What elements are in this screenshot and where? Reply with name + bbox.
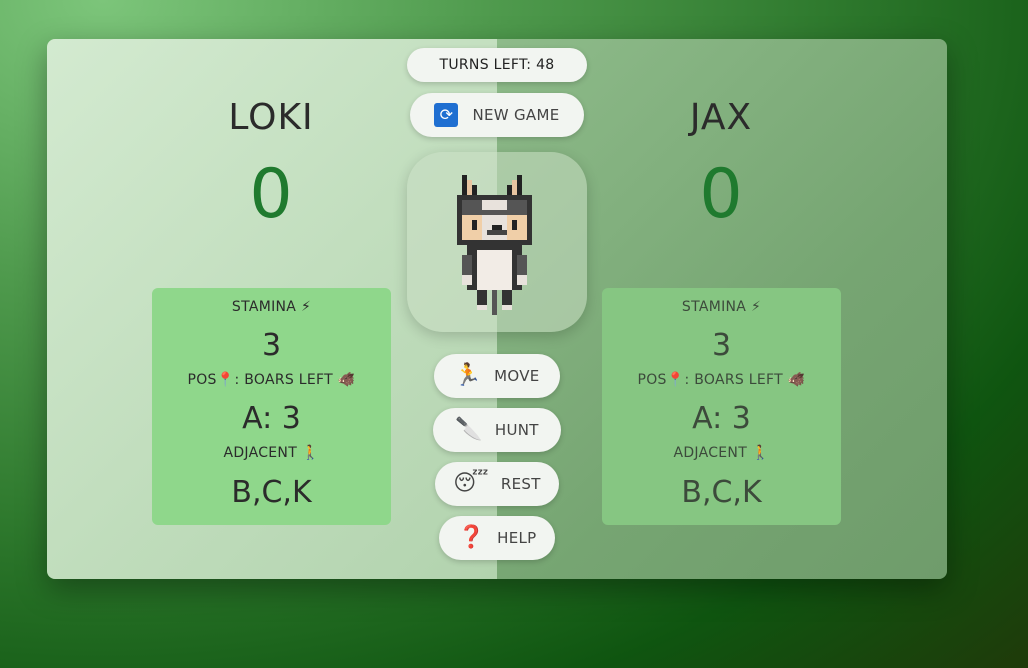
- lightning-icon: ⚡: [750, 299, 762, 315]
- player-name-jax: JAX: [689, 97, 753, 138]
- hunt-button[interactable]: 🔪 HUNT: [433, 408, 561, 452]
- walking-person-icon: 🚶: [751, 445, 770, 461]
- turns-left-counter: TURNS LEFT: 48: [407, 48, 587, 82]
- pos-label: POS: [637, 372, 667, 388]
- hunt-label: HUNT: [494, 421, 539, 439]
- stamina-value: 3: [261, 328, 282, 363]
- sleepy-face-icon: 😴: [453, 471, 489, 496]
- adjacent-value: B,C,K: [681, 475, 762, 510]
- stamina-value: 3: [711, 328, 732, 363]
- new-game-button[interactable]: ⟳ NEW GAME: [410, 93, 584, 137]
- boar-icon: 🐗: [337, 372, 356, 388]
- lightning-icon: ⚡: [300, 299, 312, 315]
- question-mark-icon: ❓: [457, 525, 486, 550]
- walking-person-icon: 🚶: [301, 445, 320, 461]
- new-game-label: NEW GAME: [472, 106, 560, 124]
- stats-card-jax: STAMINA ⚡ 3 POS📍: BOARS LEFT 🐗 A: 3 ADJA…: [602, 288, 841, 525]
- position-value: A: 3: [692, 401, 751, 436]
- stats-card-loki: STAMINA ⚡ 3 POS📍: BOARS LEFT 🐗 A: 3 ADJA…: [152, 288, 391, 525]
- refresh-icon: ⟳: [434, 103, 459, 127]
- boar-icon: 🐗: [787, 372, 806, 388]
- boars-left-label: : BOARS LEFT: [234, 372, 334, 388]
- pin-icon: 📍: [216, 372, 235, 388]
- runner-icon: 🏃: [454, 363, 483, 388]
- help-button[interactable]: ❓ HELP: [439, 516, 555, 560]
- adjacent-value: B,C,K: [231, 475, 312, 510]
- current-player-portrait: [407, 152, 587, 332]
- pin-icon: 📍: [666, 372, 685, 388]
- adjacent-label: ADJACENT: [223, 445, 298, 461]
- player-name-loki: LOKI: [228, 97, 314, 138]
- player-score-jax: 0: [699, 155, 743, 234]
- knife-icon: 🔪: [455, 417, 483, 442]
- position-value: A: 3: [242, 401, 301, 436]
- stamina-label: STAMINA: [231, 299, 297, 315]
- player-score-loki: 0: [249, 155, 293, 234]
- boars-left-label: : BOARS LEFT: [684, 372, 784, 388]
- help-label: HELP: [497, 529, 537, 547]
- rest-button[interactable]: 😴 REST: [435, 462, 559, 506]
- cat-sprite-icon: [457, 175, 532, 315]
- move-label: MOVE: [494, 367, 540, 385]
- move-button[interactable]: 🏃 MOVE: [434, 354, 560, 398]
- pos-label: POS: [187, 372, 217, 388]
- adjacent-label: ADJACENT: [673, 445, 748, 461]
- stamina-label: STAMINA: [681, 299, 747, 315]
- rest-label: REST: [500, 475, 541, 493]
